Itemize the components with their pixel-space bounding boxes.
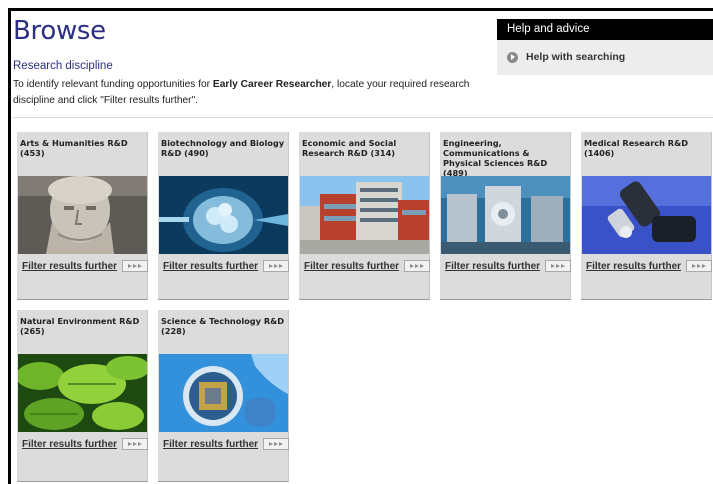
filter-link-label: Filter results further — [445, 260, 541, 272]
card-title: Arts & Humanities R&D (453) — [20, 138, 128, 158]
discipline-card-natural-environment: Natural Environment R&D (265) Filter res… — [17, 310, 149, 482]
research-discipline-heading: Research discipline — [13, 60, 113, 72]
triple-arrow-icon — [263, 260, 290, 272]
modern-building-image — [300, 176, 429, 254]
microchip-wafer-image — [159, 354, 288, 432]
filter-link-label: Filter results further — [586, 260, 682, 272]
triple-arrow-icon — [122, 260, 149, 272]
classical-bust-image — [18, 176, 147, 254]
discipline-card-economic-social: Economic and Social Research R&D (314) F… — [299, 132, 431, 300]
filter-link-label: Filter results further — [304, 260, 400, 272]
card-title: Science & Technology R&D (228) — [161, 316, 285, 336]
page-title: Browse — [13, 16, 106, 46]
card-title: Medical Research R&D (1406) — [584, 138, 689, 158]
discipline-card-engineering: Engineering, Communications & Physical S… — [440, 132, 572, 300]
filter-results-further-link[interactable]: Filter results further — [586, 260, 713, 272]
filter-results-further-link[interactable]: Filter results further — [22, 438, 149, 450]
intro-career-stage: Early Career Researcher — [212, 79, 332, 90]
card-title: Engineering, Communications & Physical S… — [443, 138, 548, 178]
card-title: Biotechnology and Biology R&D (490) — [161, 138, 285, 158]
intro-prefix: To identify relevant funding opportuniti… — [13, 79, 213, 90]
cell-microinjection-image — [159, 176, 288, 254]
filter-results-further-link[interactable]: Filter results further — [304, 260, 431, 272]
filter-link-label: Filter results further — [22, 438, 118, 450]
triple-arrow-icon — [404, 260, 431, 272]
filter-link-label: Filter results further — [22, 260, 118, 272]
filter-results-further-link[interactable]: Filter results further — [445, 260, 572, 272]
help-panel-header: Help and advice — [497, 19, 713, 40]
triple-arrow-icon — [122, 438, 149, 450]
triple-arrow-icon — [263, 438, 290, 450]
frame-left-border — [8, 8, 11, 484]
triple-arrow-icon — [545, 260, 572, 272]
discipline-card-medical-research: Medical Research R&D (1406) Filter resul… — [581, 132, 713, 300]
filter-link-label: Filter results further — [163, 260, 259, 272]
filter-link-label: Filter results further — [163, 438, 259, 450]
triple-arrow-icon — [686, 260, 713, 272]
help-with-searching-link[interactable]: Help with searching — [507, 51, 625, 63]
filter-results-further-link[interactable]: Filter results further — [163, 438, 290, 450]
help-panel: Help and advice Help with searching — [497, 19, 713, 75]
microscope-image — [582, 176, 711, 254]
discipline-card-science-technology: Science & Technology R&D (228) Filter re… — [158, 310, 290, 482]
machinery-image — [441, 176, 570, 254]
help-link-label: Help with searching — [526, 51, 626, 63]
discipline-card-arts-humanities: Arts & Humanities R&D (453) Filter resul… — [17, 132, 149, 300]
discipline-card-biotechnology-biology: Biotechnology and Biology R&D (490) Filt… — [158, 132, 290, 300]
oak-leaves-image — [18, 354, 147, 432]
section-divider — [13, 117, 713, 118]
intro-text: To identify relevant funding opportuniti… — [13, 77, 493, 109]
card-title: Natural Environment R&D (265) — [20, 316, 140, 336]
card-title: Economic and Social Research R&D (314) — [302, 138, 397, 158]
filter-results-further-link[interactable]: Filter results further — [163, 260, 290, 272]
arrow-circle-icon — [507, 51, 518, 63]
frame-top-border — [8, 8, 713, 11]
filter-results-further-link[interactable]: Filter results further — [22, 260, 149, 272]
